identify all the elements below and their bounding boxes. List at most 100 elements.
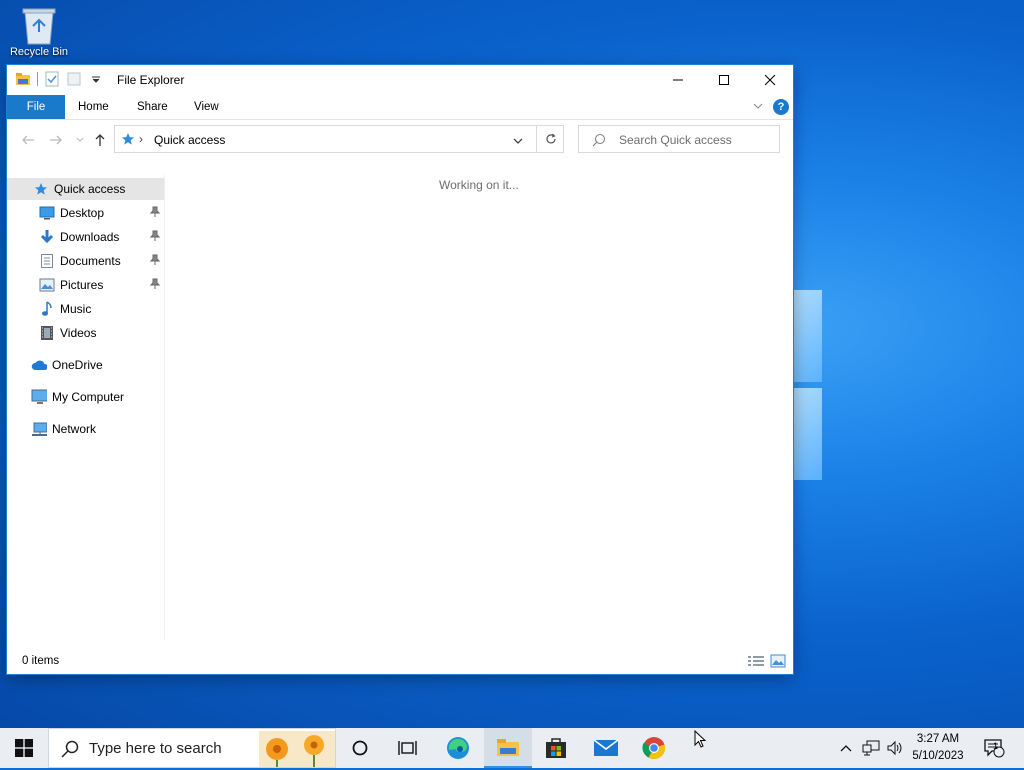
edge-icon (447, 737, 469, 759)
clock-time: 3:27 AM (916, 733, 960, 745)
taskbar-store[interactable] (532, 728, 580, 768)
large-icons-view-icon[interactable] (770, 654, 786, 671)
content-status-message: Working on it... (439, 178, 519, 192)
breadcrumb-chevron-icon: › (139, 132, 143, 146)
sidebar-item-label: Pictures (60, 278, 104, 292)
minimize-icon (673, 79, 683, 81)
cortana-button[interactable] (336, 728, 384, 768)
taskbar-file-explorer[interactable] (484, 728, 532, 768)
mouse-cursor-icon (694, 729, 707, 751)
system-clock[interactable]: 3:27 AM 5/10/2023 (904, 731, 972, 765)
sidebar-item-label: Desktop (60, 206, 105, 220)
start-button[interactable] (0, 728, 48, 768)
sidebar-item-network[interactable]: Network (7, 418, 164, 440)
sidebar-item-desktop[interactable]: Desktop (7, 202, 164, 224)
window-title: File Explorer (117, 73, 185, 87)
network-icon (31, 421, 47, 437)
customize-toolbar-dropdown-icon[interactable] (88, 71, 104, 87)
pane-divider (164, 175, 165, 640)
search-highlight-flowers-icon (259, 731, 335, 767)
taskbar-search-text: Type here to search (89, 740, 222, 757)
sidebar-item-label: My Computer (52, 390, 125, 404)
volume-tray-button[interactable] (884, 728, 906, 768)
store-icon (546, 738, 566, 758)
windows-start-icon (15, 739, 33, 757)
search-icon (61, 740, 79, 761)
quick-access-star-icon (121, 132, 135, 149)
sidebar-item-label: OneDrive (52, 358, 103, 372)
documents-icon (39, 253, 55, 269)
network-tray-button[interactable] (860, 728, 882, 768)
search-icon (592, 133, 606, 150)
pin-icon[interactable] (149, 230, 161, 245)
sidebar-item-onedrive[interactable]: OneDrive (7, 354, 164, 376)
properties-icon[interactable] (44, 71, 60, 87)
pin-icon[interactable] (149, 278, 161, 293)
pictures-icon (39, 277, 55, 293)
up-arrow-icon[interactable] (91, 131, 109, 149)
sidebar-item-downloads[interactable]: Downloads (7, 226, 164, 248)
tab-share[interactable]: Share (123, 95, 182, 119)
minimize-button[interactable] (655, 65, 701, 95)
expand-ribbon-chevron-icon[interactable] (752, 100, 764, 115)
taskbar-chrome[interactable] (630, 728, 678, 768)
search-box[interactable]: Search Quick access (578, 125, 780, 153)
close-button[interactable] (747, 65, 793, 95)
taskbar-edge[interactable] (434, 728, 482, 768)
maximize-button[interactable] (701, 65, 747, 95)
toolbar-separator (37, 72, 38, 86)
sidebar-item-videos[interactable]: Videos (7, 322, 164, 344)
taskbar-mail[interactable] (582, 728, 630, 768)
back-arrow-icon[interactable] (19, 131, 37, 149)
sidebar-item-quick-access[interactable]: Quick access (7, 178, 164, 200)
explorer-folder-icon[interactable] (15, 71, 31, 87)
action-center-button[interactable]: 1 (980, 728, 1008, 768)
sidebar-item-music[interactable]: Music (7, 298, 164, 320)
taskbar-search-box[interactable]: Type here to search (48, 728, 336, 768)
sidebar-item-documents[interactable]: Documents (7, 250, 164, 272)
breadcrumb-quick-access[interactable]: Quick access (154, 133, 225, 147)
help-icon[interactable]: ? (773, 99, 789, 115)
sidebar-item-label: Quick access (54, 182, 126, 196)
show-hidden-icons-button[interactable] (836, 728, 856, 768)
pin-icon[interactable] (149, 254, 161, 269)
forward-arrow-icon[interactable] (47, 131, 65, 149)
navigation-bar: › Quick access Search Quick access (7, 120, 793, 158)
navigation-pane: Quick access Desktop Downloads Documents (7, 175, 164, 640)
sidebar-item-label: Music (60, 302, 92, 316)
cortana-icon (352, 740, 368, 756)
tab-home[interactable]: Home (64, 95, 123, 119)
taskbar: Type here to search 3:27 AM 5/10/2023 1 (0, 728, 1024, 768)
onedrive-cloud-icon (31, 357, 47, 373)
sidebar-item-label: Network (52, 422, 97, 436)
pin-icon[interactable] (149, 206, 161, 221)
recent-locations-chevron-icon[interactable] (71, 131, 89, 149)
sidebar-item-label: Downloads (60, 230, 120, 244)
desktop-icon (39, 205, 55, 221)
chrome-icon (642, 737, 666, 760)
recycle-bin[interactable]: Recycle Bin (8, 6, 70, 58)
tab-file[interactable]: File (7, 95, 65, 119)
sidebar-item-my-computer[interactable]: My Computer (7, 386, 164, 408)
sidebar-item-pictures[interactable]: Pictures (7, 274, 164, 296)
task-view-button[interactable] (384, 728, 432, 768)
refresh-button[interactable] (536, 126, 565, 152)
volume-icon (887, 740, 902, 756)
file-explorer-icon (497, 739, 519, 756)
downloads-icon (39, 229, 55, 245)
address-bar[interactable]: › Quick access (114, 125, 564, 153)
music-icon (39, 301, 55, 317)
quick-access-toolbar (15, 71, 104, 87)
refresh-icon (546, 133, 556, 144)
recycle-bin-icon (21, 6, 57, 46)
title-bar: File Explorer (7, 65, 793, 95)
tab-view[interactable]: View (180, 95, 233, 119)
new-folder-icon[interactable] (66, 71, 82, 87)
address-dropdown-icon[interactable] (513, 134, 523, 148)
chevron-up-icon (840, 745, 852, 752)
details-view-icon[interactable] (747, 654, 765, 671)
file-explorer-window: File Explorer File Home Share View ? › Q… (7, 65, 793, 674)
notification-count-badge: 1 (993, 741, 999, 751)
quick-access-star-icon (33, 181, 49, 197)
task-view-icon (398, 741, 417, 755)
